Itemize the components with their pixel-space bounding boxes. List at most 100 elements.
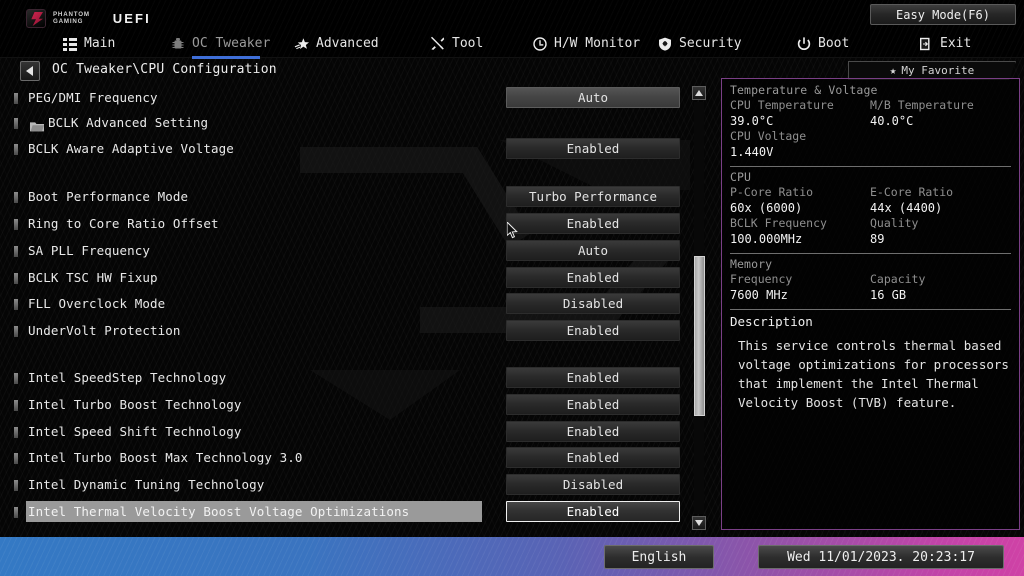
setting-row-bclk-advanced-setting[interactable]: BCLK Advanced Setting [0,111,694,135]
memory-frequency-value: 7600 MHz [730,288,788,302]
chip-icon [170,36,185,51]
bullet-icon [14,400,18,411]
quality-label: Quality [870,216,919,230]
setting-label: Intel Turbo Boost Technology [28,397,242,412]
nav-tab-boot[interactable]: Boot [796,29,849,58]
divider-2 [730,253,1011,254]
setting-row-intel-thermal-velocity-boost-voltage-optimizations[interactable]: Intel Thermal Velocity Boost Voltage Opt… [0,500,694,524]
setting-value-button[interactable]: Enabled [506,447,680,468]
bullet-icon [14,273,18,284]
scrollbar-thumb[interactable] [694,256,705,416]
setting-row-fll-overclock-mode[interactable]: FLL Overclock Mode Disabled [0,292,694,316]
setting-row-bclk-tsc-hw-fixup[interactable]: BCLK TSC HW Fixup Enabled [0,266,694,290]
memory-section-title: Memory [730,257,773,271]
setting-value-button[interactable]: Auto [506,240,680,261]
nav-tab-tool[interactable]: Tool [430,29,483,58]
setting-value-button[interactable]: Disabled [506,293,680,314]
setting-label: Boot Performance Mode [28,189,189,204]
bullet-icon [14,192,18,203]
setting-row-undervolt-protection[interactable]: UnderVolt Protection Enabled [0,319,694,343]
star-icon: ★ [889,64,897,77]
nav-tab-hw-monitor[interactable]: H/W Monitor [532,29,640,58]
cpu-values: P-Core Ratio E-Core Ratio 60x (6000) 44x… [730,185,1011,247]
cpu-temperature-value: 39.0°C [730,114,774,128]
p-core-ratio-label: P-Core Ratio [730,185,814,199]
description-title: Description [730,314,813,329]
setting-value-button[interactable]: Enabled [506,213,680,234]
setting-row-intel-speed-shift-technology[interactable]: Intel Speed Shift Technology Enabled [0,420,694,444]
mb-temperature-label: M/B Temperature [870,98,974,112]
language-button[interactable]: English [604,545,714,569]
memory-frequency-label: Frequency [730,272,793,286]
datetime-button[interactable]: Wed 11/01/2023. 20:23:17 [758,545,1004,569]
brand-wordmark: PHANTOM GAMING [53,11,90,25]
setting-label: Intel Dynamic Tuning Technology [28,477,265,492]
nav-tab-security[interactable]: Security [657,29,742,58]
breadcrumb-path: OC Tweaker\CPU Configuration [52,62,277,77]
star-icon [294,36,309,51]
nav-label-hw-monitor: H/W Monitor [554,36,641,51]
setting-value-button[interactable]: Enabled [506,367,680,388]
setting-value-button[interactable]: Enabled [506,501,680,522]
setting-row-intel-dynamic-tuning-technology[interactable]: Intel Dynamic Tuning Technology Disabled [0,473,694,497]
settings-scrollbar[interactable] [690,86,708,530]
setting-value-button[interactable]: Enabled [506,138,680,159]
setting-row-intel-speedstep-technology[interactable]: Intel SpeedStep Technology Enabled [0,366,694,390]
setting-row-intel-turbo-boost-technology[interactable]: Intel Turbo Boost Technology Enabled [0,393,694,417]
setting-row-intel-turbo-boost-max-technology-3[interactable]: Intel Turbo Boost Max Technology 3.0 Ena… [0,446,694,470]
spacer-cell-2 [870,144,1011,160]
setting-value-button[interactable]: Turbo Performance [506,186,680,207]
bullet-icon [14,219,18,230]
brand-logo: PHANTOM GAMING UEFI [26,9,151,28]
setting-value-button[interactable]: Auto [506,87,680,108]
e-core-ratio-value: 44x (4400) [870,201,943,215]
info-panel: Temperature & Voltage CPU Temperature M/… [721,78,1020,530]
setting-label: Intel Turbo Boost Max Technology 3.0 [28,450,303,465]
setting-label: Intel Speed Shift Technology [28,424,242,439]
nav-tab-oc-tweaker[interactable]: OC Tweaker [170,29,270,59]
nav-tab-main[interactable]: Main [62,29,115,58]
nav-tab-exit[interactable]: Exit [918,29,971,58]
setting-value-button[interactable]: Enabled [506,267,680,288]
setting-label: Intel Thermal Velocity Boost Voltage Opt… [28,504,410,519]
footer-bar: English Wed 11/01/2023. 20:23:17 [0,537,1024,576]
quality-value: 89 [870,232,885,246]
divider-1 [730,166,1011,167]
mb-temperature-value: 40.0°C [870,114,914,128]
nav-tab-advanced[interactable]: Advanced [294,29,379,58]
easy-mode-button[interactable]: Easy Mode(F6) [870,4,1016,25]
back-arrow-icon[interactable] [20,61,40,81]
temperature-voltage-values: CPU Temperature M/B Temperature 39.0°C 4… [730,98,1011,160]
settings-list: PEG/DMI Frequency Auto BCLK Advanced Set… [0,86,694,530]
setting-row-sa-pll-frequency[interactable]: SA PLL Frequency Auto [0,239,694,263]
bullet-icon [14,299,18,310]
nav-label-boot: Boot [818,36,850,51]
nav-label-advanced: Advanced [316,36,379,51]
setting-value-button[interactable]: Enabled [506,394,680,415]
setting-label: BCLK Advanced Setting [48,115,209,130]
chevron-up-icon[interactable] [692,86,706,100]
bullet-icon [14,480,18,491]
setting-row-ring-to-core-ratio-offset[interactable]: Ring to Core Ratio Offset Enabled [0,212,694,236]
uefi-wordmark: UEFI [112,11,151,26]
cpu-voltage-value: 1.440V [730,145,774,159]
setting-value-button[interactable]: Enabled [506,421,680,442]
gauge-icon [532,36,547,51]
setting-row-bclk-aware-adaptive-voltage[interactable]: BCLK Aware Adaptive Voltage Enabled [0,137,694,161]
setting-value-button[interactable]: Enabled [506,320,680,341]
memory-capacity-value: 16 GB [870,288,907,302]
nav-label-exit: Exit [940,36,972,51]
my-favorite-label: My Favorite [901,64,975,77]
setting-label: PEG/DMI Frequency [28,90,158,105]
setting-row-boot-performance-mode[interactable]: Boot Performance Mode Turbo Performance [0,185,694,209]
setting-row-peg-dmi-frequency[interactable]: PEG/DMI Frequency Auto [0,86,694,110]
brand-line-2: GAMING [53,17,84,25]
setting-value-button[interactable]: Disabled [506,474,680,495]
nav-label-tool: Tool [452,36,484,51]
setting-label: FLL Overclock Mode [28,296,166,311]
spacer-cell [870,129,1011,144]
chevron-down-icon[interactable] [692,516,706,530]
setting-label: Intel SpeedStep Technology [28,370,227,385]
divider-3 [730,309,1011,310]
temperature-voltage-section-title: Temperature & Voltage [730,83,878,97]
